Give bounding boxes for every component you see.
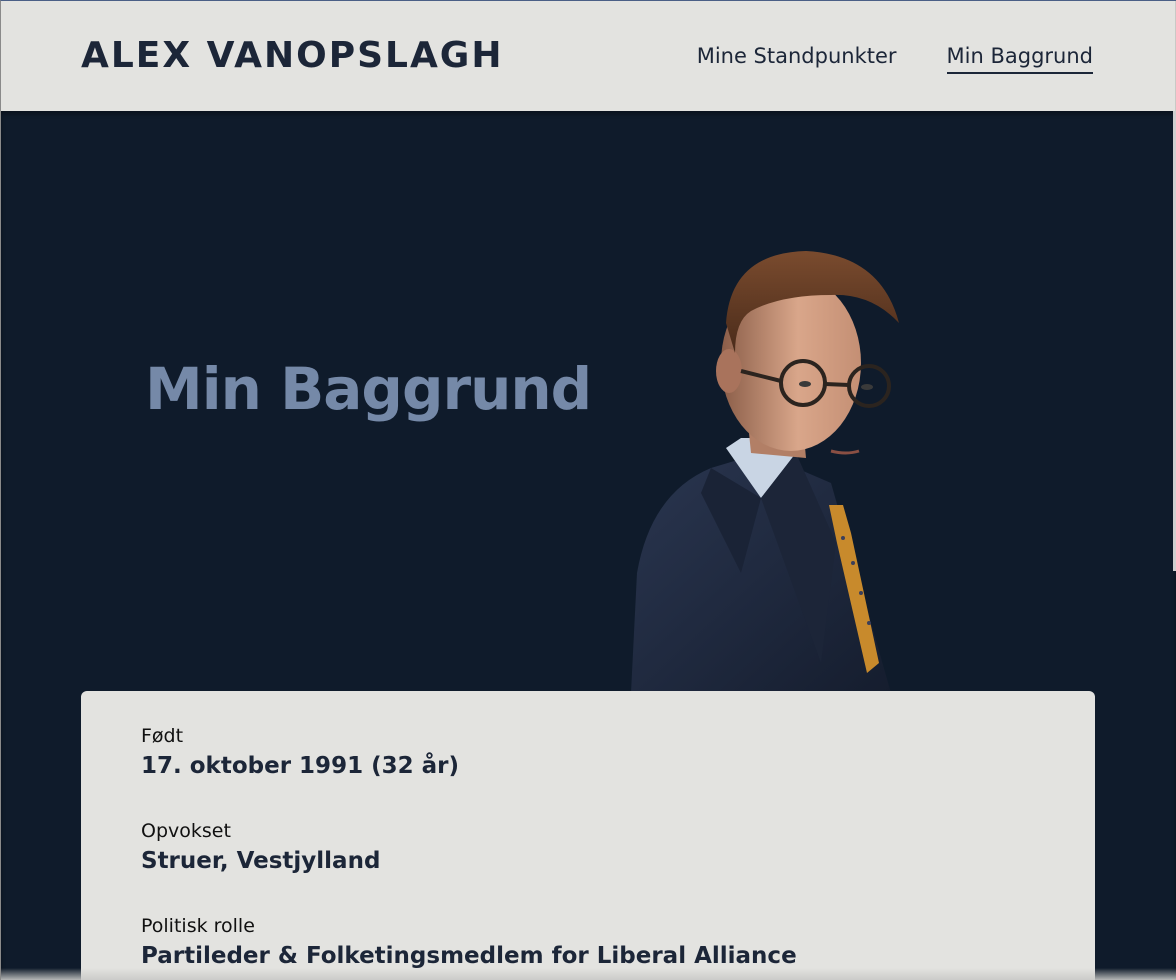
- fact-born: Født 17. oktober 1991 (32 år): [141, 725, 459, 779]
- fact-value: 17. oktober 1991 (32 år): [141, 753, 459, 779]
- nav-link-min-baggrund[interactable]: Min Baggrund: [946, 44, 1093, 74]
- site-header: ALEX VANOPSLAGH Mine Standpunkter Min Ba…: [1, 1, 1176, 111]
- fact-label: Opvokset: [141, 820, 231, 842]
- nav-link-mine-standpunkter[interactable]: Mine Standpunkter: [697, 44, 897, 74]
- facts-card: Født 17. oktober 1991 (32 år) Opvokset S…: [81, 691, 1095, 980]
- bottom-fade: [1, 968, 1176, 980]
- fact-hometown: Opvokset Struer, Vestjylland: [141, 820, 380, 874]
- page: ALEX VANOPSLAGH Mine Standpunkter Min Ba…: [0, 0, 1176, 980]
- fact-political-role: Politisk rolle Partileder & Folketingsme…: [141, 915, 797, 969]
- portrait-image: [631, 251, 899, 693]
- fact-value: Partileder & Folketingsmedlem for Libera…: [141, 943, 797, 969]
- fact-value: Struer, Vestjylland: [141, 848, 381, 874]
- fact-label: Politisk rolle: [141, 915, 255, 937]
- main-nav: Mine Standpunkter Min Baggrund: [697, 44, 1093, 74]
- site-logo[interactable]: ALEX VANOPSLAGH: [81, 35, 503, 76]
- page-title: Min Baggrund: [145, 355, 592, 423]
- fact-label: Født: [141, 725, 184, 747]
